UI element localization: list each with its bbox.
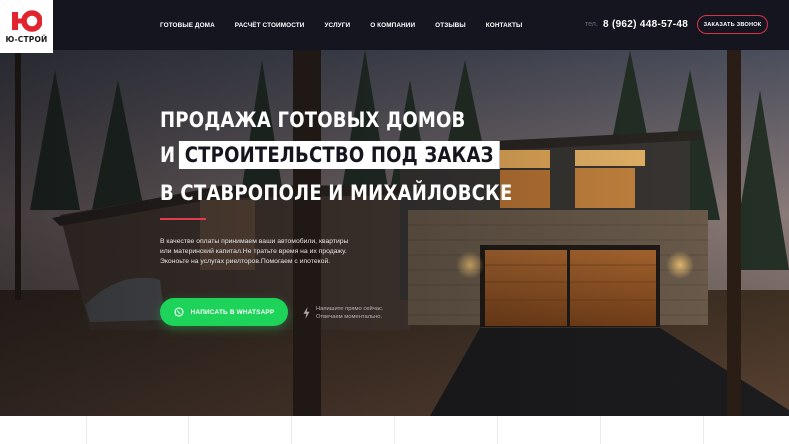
- hero-section: ПРОДАЖА ГОТОВЫХ ДОМОВ И СТРОИТЕЛЬСТВО ПОД…: [0, 50, 789, 416]
- whatsapp-button-label: НАПИСАТЬ В WHATSAPP: [190, 308, 275, 316]
- whatsapp-button[interactable]: НАПИСАТЬ В WHATSAPP: [160, 298, 288, 326]
- hero-title-line-1: ПРОДАЖА ГОТОВЫХ ДОМОВ: [160, 108, 466, 132]
- whatsapp-hint-line-1: Напишите прямо сейчас.: [316, 306, 384, 312]
- strip-divider: [497, 416, 498, 444]
- nav-item-services[interactable]: УСЛУГИ: [324, 22, 350, 29]
- phone-number[interactable]: 8 (962) 448-57-48: [603, 19, 688, 30]
- hero-title-prefix: И: [160, 143, 176, 167]
- strip-divider: [600, 416, 601, 444]
- whatsapp-hint: Напишите прямо сейчас. Отвечаем моментал…: [316, 305, 383, 321]
- next-section-strip: [0, 416, 789, 444]
- logo[interactable]: Ю-СТРОЙ: [0, 0, 53, 53]
- hero-description-line-2: или материнский капитал.Не тратьте время…: [160, 247, 347, 255]
- whatsapp-hint-line-2: Отвечаем моментально.: [316, 314, 383, 320]
- strip-divider: [188, 416, 189, 444]
- lightning-icon: [303, 307, 310, 319]
- yu-logo-icon: [11, 9, 42, 32]
- hero-description-line-3: Эконоьте на услугах риелторов.Помогаем с…: [160, 257, 331, 265]
- hero-overlay: [0, 50, 789, 416]
- main-nav: ГОТОВЫЕ ДОМА РАСЧЁТ СТОИМОСТИ УСЛУГИ О К…: [160, 0, 542, 50]
- nav-item-cost-calculation[interactable]: РАСЧЁТ СТОИМОСТИ: [235, 22, 305, 29]
- strip-divider: [86, 416, 87, 444]
- hero-title-line-3: В СТАВРОПОЛЕ И МИХАЙЛОВСКЕ: [160, 181, 513, 205]
- callback-button[interactable]: ЗАКАЗАТЬ ЗВОНОК: [697, 15, 768, 34]
- nav-item-contacts[interactable]: КОНТАКТЫ: [486, 22, 523, 29]
- nav-item-reviews[interactable]: ОТЗЫВЫ: [435, 22, 466, 29]
- logo-text: Ю-СТРОЙ: [5, 34, 48, 44]
- site-header: Ю-СТРОЙ ГОТОВЫЕ ДОМА РАСЧЁТ СТОИМОСТИ УС…: [0, 0, 789, 53]
- hero-title-line-2: И СТРОИТЕЛЬСТВО ПОД ЗАКАЗ: [160, 141, 500, 169]
- whatsapp-icon: [174, 307, 184, 317]
- strip-divider: [394, 416, 395, 444]
- hero-description-line-1: В качестве оплаты принимаем ваши автомоб…: [160, 238, 349, 245]
- hero-description: В качестве оплаты принимаем ваши автомоб…: [160, 237, 390, 266]
- phone-label: тел.: [585, 21, 598, 28]
- hero-title-highlight: СТРОИТЕЛЬСТВО ПОД ЗАКАЗ: [178, 141, 500, 169]
- title-underline-divider: [160, 218, 206, 220]
- strip-divider: [291, 416, 292, 444]
- strip-divider: [703, 416, 704, 444]
- nav-item-ready-houses[interactable]: ГОТОВЫЕ ДОМА: [160, 22, 215, 29]
- nav-item-about[interactable]: О КОМПАНИИ: [370, 22, 415, 29]
